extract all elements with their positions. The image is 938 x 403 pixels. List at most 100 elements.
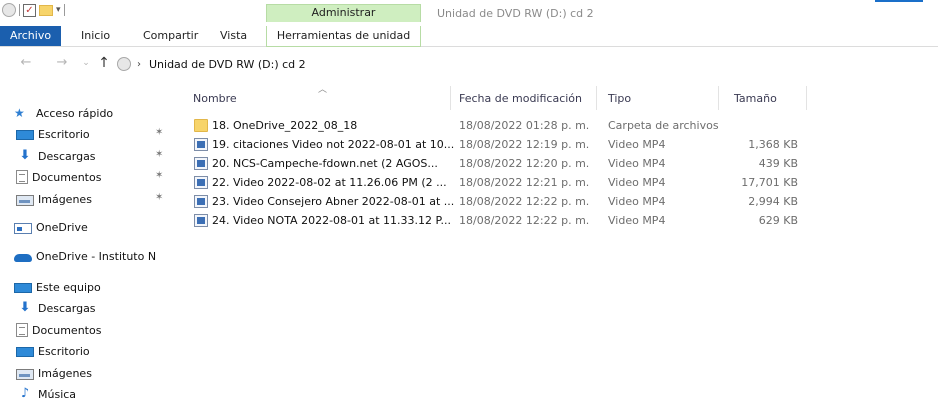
sidebar-item-downloads[interactable]: ⬇ Descargas — [16, 298, 96, 318]
column-divider[interactable] — [806, 86, 807, 110]
cloud-icon — [14, 254, 32, 262]
column-divider[interactable] — [450, 86, 451, 110]
toolbar-divider — [19, 4, 20, 16]
navigation-pane: ★ Acceso rápido Escritorio ✶ ⬇ Descargas… — [0, 92, 175, 403]
video-file-icon — [194, 138, 208, 151]
download-icon: ⬇ — [19, 300, 31, 315]
list-item[interactable]: 22. Video 2022-08-02 at 11.26.06 PM (2 .… — [178, 173, 938, 192]
sidebar-item-onedrive-institute[interactable]: OneDrive - Instituto N — [14, 246, 156, 266]
video-file-icon — [194, 176, 208, 189]
list-item[interactable]: 19. citaciones Video not 2022-08-01 at 1… — [178, 135, 938, 154]
customize-toolbar-dropdown-icon[interactable]: ▾ — [56, 5, 61, 15]
file-date: 18/08/2022 12:19 p. m. — [459, 138, 590, 151]
sidebar-item-documents[interactable]: Documentos — [16, 320, 101, 340]
pin-icon[interactable]: ✶ — [155, 192, 163, 203]
file-name: 22. Video 2022-08-02 at 11.26.06 PM (2 .… — [212, 176, 447, 189]
ribbon-tabs: Archivo Inicio Compartir Vista Herramien… — [0, 23, 938, 47]
recent-locations-dropdown-icon[interactable]: ⌄ — [78, 55, 94, 71]
star-icon: ★ — [14, 106, 25, 120]
sidebar-item-music[interactable]: ♪ Música — [16, 384, 76, 403]
file-date: 18/08/2022 12:20 p. m. — [459, 157, 590, 170]
column-divider[interactable] — [596, 86, 597, 110]
column-header-name[interactable]: Nombre — [193, 92, 237, 105]
pin-icon[interactable]: ✶ — [155, 149, 163, 160]
sidebar-item-label: Escritorio — [38, 344, 90, 358]
up-arrow-icon[interactable]: ↑ — [96, 55, 112, 71]
file-date: 18/08/2022 01:28 p. m. — [459, 119, 590, 132]
dvd-drive-icon — [117, 57, 131, 71]
sidebar-item-this-pc[interactable]: Este equipo — [14, 277, 101, 297]
file-type: Video MP4 — [608, 157, 666, 170]
window-title: Unidad de DVD RW (D:) cd 2 — [437, 7, 594, 20]
address-path[interactable]: Unidad de DVD RW (D:) cd 2 — [149, 58, 306, 71]
file-type: Video MP4 — [608, 176, 666, 189]
sidebar-item-downloads[interactable]: ⬇ Descargas ✶ — [16, 146, 175, 166]
music-icon: ♪ — [20, 386, 30, 401]
column-divider[interactable] — [718, 86, 719, 110]
context-tab-group-manage: Administrar — [266, 4, 421, 22]
sidebar-item-documents[interactable]: Documentos ✶ — [16, 167, 175, 187]
column-header-size[interactable]: Tamaño — [734, 92, 777, 105]
list-item[interactable]: 20. NCS-Campeche-fdown.net (2 AGOS... 18… — [178, 154, 938, 173]
document-icon — [16, 323, 28, 337]
list-item[interactable]: 18. OneDrive_2022_08_18 18/08/2022 01:28… — [178, 116, 938, 135]
navigation-bar: ← → ⌄ ↑ › Unidad de DVD RW (D:) cd 2 — [0, 50, 938, 78]
file-name: 23. Video Consejero Abner 2022-08-01 at … — [212, 195, 455, 208]
document-icon — [16, 170, 28, 184]
sidebar-item-desktop[interactable]: Escritorio — [16, 341, 90, 361]
sidebar-item-onedrive[interactable]: OneDrive — [14, 217, 88, 237]
pin-icon[interactable]: ✶ — [155, 127, 163, 138]
dvd-drive-icon[interactable] — [2, 3, 16, 17]
list-item[interactable]: 23. Video Consejero Abner 2022-08-01 at … — [178, 192, 938, 211]
sidebar-item-label: Descargas — [38, 301, 96, 315]
file-type: Video MP4 — [608, 214, 666, 227]
file-type: Carpeta de archivos — [608, 119, 719, 132]
file-date: 18/08/2022 12:22 p. m. — [459, 195, 590, 208]
tab-view[interactable]: Vista — [220, 26, 247, 46]
column-header-date[interactable]: Fecha de modificación — [459, 92, 582, 105]
forward-arrow-icon[interactable]: → — [54, 55, 70, 71]
desktop-icon — [16, 347, 34, 357]
properties-icon[interactable]: ✓ — [23, 3, 36, 17]
column-header-type[interactable]: Tipo — [608, 92, 631, 105]
desktop-icon — [16, 130, 34, 140]
sidebar-item-label: Escritorio — [38, 127, 90, 141]
video-file-icon — [194, 157, 208, 170]
video-file-icon — [194, 214, 208, 227]
pictures-icon — [16, 368, 34, 380]
sidebar-item-pictures[interactable]: Imágenes ✶ — [16, 189, 175, 209]
tab-file[interactable]: Archivo — [0, 26, 61, 46]
toolbar-divider — [63, 4, 65, 16]
download-icon: ⬇ — [19, 148, 31, 163]
back-arrow-icon[interactable]: ← — [18, 55, 34, 71]
chevron-right-icon[interactable]: › — [137, 59, 141, 70]
folder-icon — [194, 119, 208, 132]
tab-home[interactable]: Inicio — [81, 26, 110, 46]
sidebar-item-label: Este equipo — [36, 280, 101, 294]
file-size: 17,701 KB — [741, 176, 798, 189]
sidebar-item-quick-access[interactable]: ★ Acceso rápido — [14, 103, 113, 123]
address-bar[interactable]: › Unidad de DVD RW (D:) cd 2 — [117, 53, 932, 75]
file-size: 2,994 KB — [748, 195, 798, 208]
tab-share[interactable]: Compartir — [143, 26, 198, 46]
file-name: 24. Video NOTA 2022-08-01 at 11.33.12 P.… — [212, 214, 451, 227]
pin-icon[interactable]: ✶ — [155, 170, 163, 181]
sidebar-item-label: Acceso rápido — [36, 106, 114, 120]
sidebar-item-label: Descargas — [38, 149, 96, 163]
title-bar: ✓ ▾ Administrar Unidad de DVD RW (D:) cd… — [0, 0, 938, 22]
sidebar-item-label: Imágenes — [38, 192, 92, 206]
file-name: 19. citaciones Video not 2022-08-01 at 1… — [212, 138, 455, 151]
sidebar-item-desktop[interactable]: Escritorio ✶ — [16, 124, 175, 144]
tab-drive-tools[interactable]: Herramientas de unidad — [266, 26, 421, 47]
new-folder-icon[interactable] — [39, 4, 53, 16]
file-date: 18/08/2022 12:22 p. m. — [459, 214, 590, 227]
sort-ascending-icon: ︿ — [318, 85, 328, 95]
sidebar-item-pictures[interactable]: Imágenes — [16, 363, 92, 383]
onedrive-icon — [14, 222, 32, 234]
accent-edge — [875, 0, 923, 2]
sidebar-item-label: OneDrive — [36, 220, 88, 234]
list-item[interactable]: 24. Video NOTA 2022-08-01 at 11.33.12 P.… — [178, 211, 938, 230]
file-list: ︿ Nombre Fecha de modificación Tipo Tama… — [178, 82, 938, 403]
video-file-icon — [194, 195, 208, 208]
sidebar-item-label: OneDrive - Instituto N — [36, 249, 157, 263]
